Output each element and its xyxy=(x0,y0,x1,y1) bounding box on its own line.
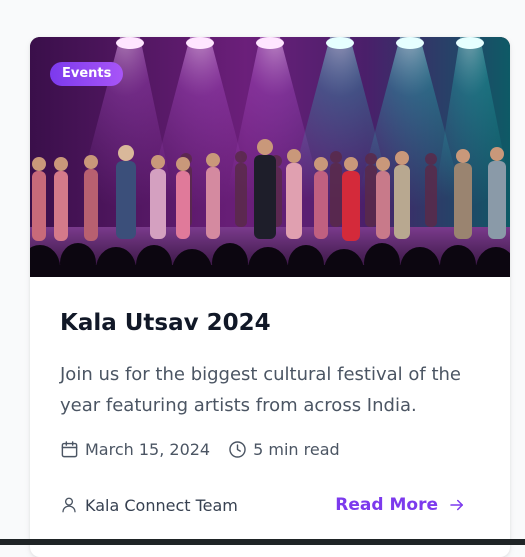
author-name: Kala Connect Team xyxy=(85,495,238,515)
event-image: Events xyxy=(30,37,510,277)
card-footer: Kala Connect Team Read More xyxy=(60,495,466,515)
bottom-bar xyxy=(0,539,525,545)
read-more-label: Read More xyxy=(335,495,438,515)
category-badge[interactable]: Events xyxy=(50,62,124,86)
card-title[interactable]: Kala Utsav 2024 xyxy=(60,310,271,336)
author: Kala Connect Team xyxy=(60,496,238,515)
clock-icon xyxy=(229,441,246,458)
card-meta: March 15, 2024 5 min read xyxy=(60,440,340,459)
card-description: Join us for the biggest cultural festiva… xyxy=(60,364,461,416)
blog-card[interactable]: Events Kala Utsav 2024 Join us for the b… xyxy=(30,37,510,557)
arrow-right-icon xyxy=(450,499,463,511)
user-icon xyxy=(62,497,76,513)
read-more-link[interactable]: Read More xyxy=(335,495,466,515)
read-time-text: 5 min read xyxy=(253,440,340,459)
meta-read-time: 5 min read xyxy=(228,440,340,459)
meta-date: March 15, 2024 xyxy=(60,440,210,459)
date-text: March 15, 2024 xyxy=(85,440,211,459)
calendar-icon xyxy=(61,441,78,458)
